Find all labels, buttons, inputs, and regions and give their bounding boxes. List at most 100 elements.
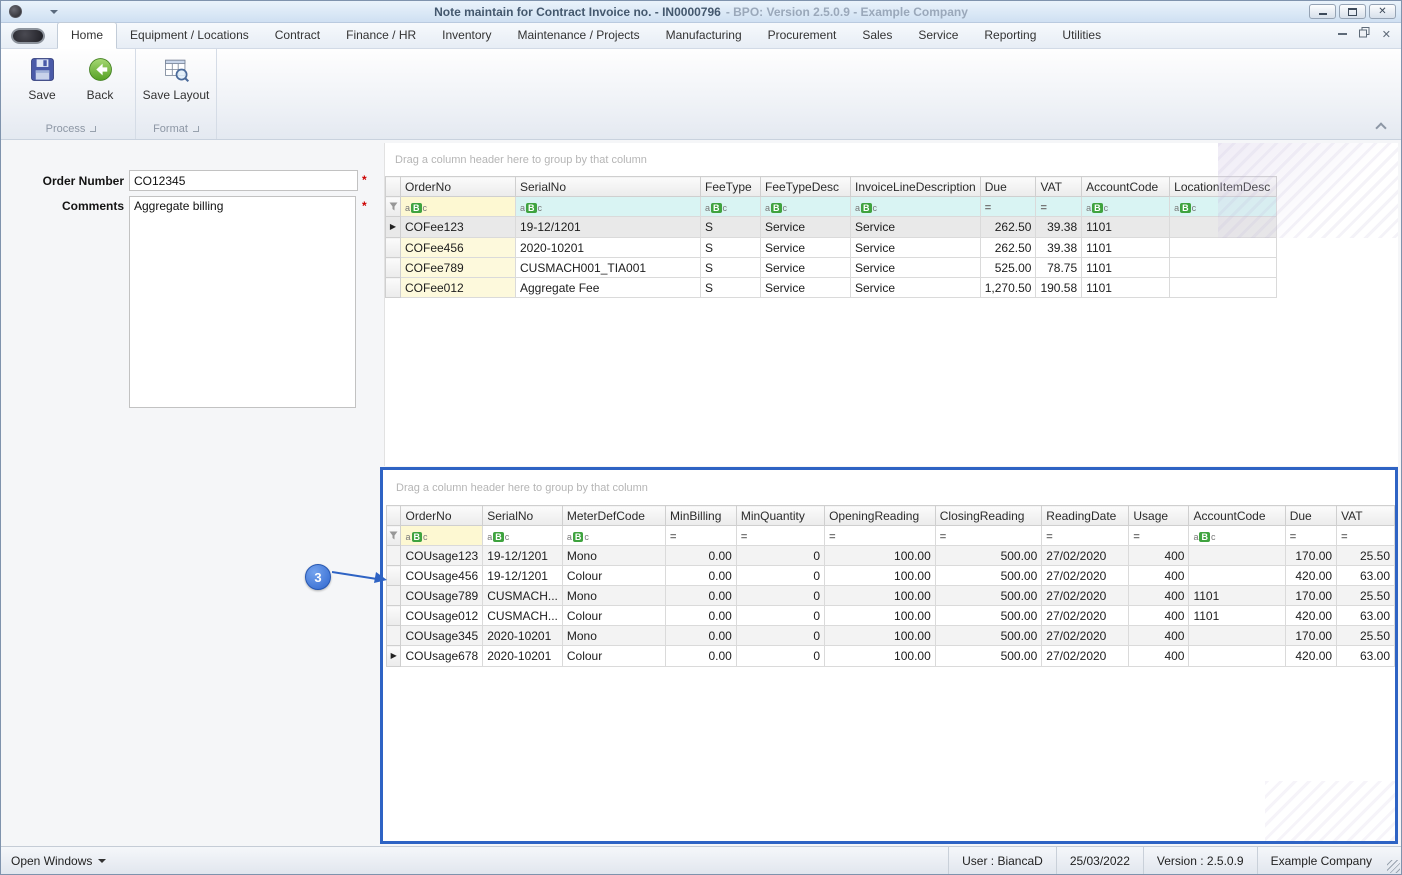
grid-cell[interactable]: 1101	[1082, 238, 1170, 258]
child-restore-button[interactable]	[1359, 27, 1370, 41]
grid-cell[interactable]: S	[701, 217, 761, 238]
tab-finance-hr[interactable]: Finance / HR	[333, 23, 429, 48]
grid-cell[interactable]: 500.00	[935, 566, 1042, 586]
grid-cell[interactable]: Service	[761, 278, 851, 298]
grid-cell[interactable]: 27/02/2020	[1042, 646, 1129, 667]
grid-cell[interactable]: 63.00	[1337, 606, 1395, 626]
grid-cell[interactable]: 500.00	[935, 626, 1042, 646]
grid-cell[interactable]: 100.00	[825, 566, 936, 586]
tab-equipment-locations[interactable]: Equipment / Locations	[117, 23, 262, 48]
column-header-openingreading[interactable]: OpeningReading	[825, 506, 936, 526]
grid-cell[interactable]: Colour	[562, 646, 665, 667]
group-by-panel[interactable]: Drag a column header here to group by th…	[385, 143, 1398, 176]
column-header-invoicelinedescription[interactable]: InvoiceLineDescription	[851, 177, 981, 197]
grid-cell[interactable]: 420.00	[1285, 566, 1336, 586]
grid-cell[interactable]: 39.38	[1036, 238, 1082, 258]
grid-cell[interactable]: 420.00	[1285, 646, 1336, 667]
grid-cell[interactable]: 1101	[1189, 586, 1285, 606]
grid-cell[interactable]: 190.58	[1036, 278, 1082, 298]
filter-cell-due[interactable]: =	[1285, 526, 1336, 546]
column-header-feetypedesc[interactable]: FeeTypeDesc	[761, 177, 851, 197]
column-header-due[interactable]: Due	[980, 177, 1036, 197]
filter-cell-orderno[interactable]: aBc	[401, 197, 516, 217]
column-header-due[interactable]: Due	[1285, 506, 1336, 526]
grid-cell[interactable]: 25.50	[1337, 586, 1395, 606]
grid-cell[interactable]	[1189, 546, 1285, 566]
column-header-meterdefcode[interactable]: MeterDefCode	[562, 506, 665, 526]
grid-cell[interactable]: 2020-10201	[483, 646, 563, 667]
grid-cell[interactable]: 400	[1129, 586, 1189, 606]
grid-cell[interactable]: 170.00	[1285, 586, 1336, 606]
column-header-usage[interactable]: Usage	[1129, 506, 1189, 526]
filter-cell-vat[interactable]: =	[1036, 197, 1082, 217]
grid-cell[interactable]: Service	[761, 217, 851, 238]
column-header-readingdate[interactable]: ReadingDate	[1042, 506, 1129, 526]
tab-service[interactable]: Service	[905, 23, 971, 48]
tab-home[interactable]: Home	[57, 22, 117, 49]
filter-cell-due[interactable]: =	[980, 197, 1036, 217]
grid-cell[interactable]: 0.00	[666, 606, 737, 626]
dialog-launcher-icon[interactable]	[90, 126, 96, 132]
grid-cell[interactable]: 170.00	[1285, 546, 1336, 566]
filter-cell-openingreading[interactable]: =	[825, 526, 936, 546]
grid-cell[interactable]: 100.00	[825, 546, 936, 566]
column-header-serialno[interactable]: SerialNo	[483, 506, 563, 526]
comments-textarea[interactable]: Aggregate billing	[129, 196, 356, 408]
filter-cell-serialno[interactable]: aBc	[516, 197, 701, 217]
grid-cell[interactable]: 500.00	[935, 606, 1042, 626]
back-button[interactable]: Back	[73, 51, 127, 121]
column-header-closingreading[interactable]: ClosingReading	[935, 506, 1042, 526]
grid-cell[interactable]: S	[701, 278, 761, 298]
column-header-vat[interactable]: VAT	[1036, 177, 1082, 197]
grid-cell[interactable]: 25.50	[1337, 546, 1395, 566]
close-button[interactable]: ✕	[1369, 4, 1396, 19]
grid-cell[interactable]: 262.50	[980, 238, 1036, 258]
filter-cell-invoicelinedescription[interactable]: aBc	[851, 197, 981, 217]
grid-cell[interactable]: Service	[851, 217, 981, 238]
grid-cell[interactable]	[1170, 278, 1277, 298]
filter-cell-minquantity[interactable]: =	[736, 526, 824, 546]
grid-cell[interactable]: 19-12/1201	[516, 217, 701, 238]
grid-cell[interactable]: S	[701, 238, 761, 258]
filter-cell-serialno[interactable]: aBc	[483, 526, 563, 546]
grid-cell[interactable]: COFee123	[401, 217, 516, 238]
tab-utilities[interactable]: Utilities	[1049, 23, 1114, 48]
quick-access-caret-icon[interactable]	[50, 10, 58, 14]
grid-cell[interactable]: 500.00	[935, 546, 1042, 566]
grid-cell[interactable]: 100.00	[825, 646, 936, 667]
filter-cell-closingreading[interactable]: =	[935, 526, 1042, 546]
grid-cell[interactable]: 525.00	[980, 258, 1036, 278]
grid-cell[interactable]: COUsage789	[401, 586, 483, 606]
grid-cell[interactable]: Service	[761, 238, 851, 258]
grid-cell[interactable]: 63.00	[1337, 646, 1395, 667]
grid-cell[interactable]: 27/02/2020	[1042, 606, 1129, 626]
grid-cell[interactable]: COUsage345	[401, 626, 483, 646]
grid-cell[interactable]: COUsage012	[401, 606, 483, 626]
filter-cell-orderno[interactable]: aBc	[401, 526, 483, 546]
grid-cell[interactable]: 500.00	[935, 586, 1042, 606]
filter-cell-readingdate[interactable]: =	[1042, 526, 1129, 546]
filter-cell-accountcode[interactable]: aBc	[1189, 526, 1285, 546]
grid-cell[interactable]: 420.00	[1285, 606, 1336, 626]
grid-cell[interactable]: 0.00	[666, 566, 737, 586]
column-header-orderno[interactable]: OrderNo	[401, 506, 483, 526]
grid-cell[interactable]: 27/02/2020	[1042, 546, 1129, 566]
grid-cell[interactable]: CUSMACH...	[483, 606, 563, 626]
group-by-panel[interactable]: Drag a column header here to group by th…	[386, 470, 1395, 505]
grid-cell[interactable]: COUsage678	[401, 646, 483, 667]
grid-cell[interactable]: 0	[736, 566, 824, 586]
grid-cell[interactable]: 100.00	[825, 586, 936, 606]
save-layout-button[interactable]: Save Layout	[144, 51, 208, 121]
filter-cell-accountcode[interactable]: aBc	[1082, 197, 1170, 217]
grid-cell[interactable]: 400	[1129, 546, 1189, 566]
grid-cell[interactable]: 19-12/1201	[483, 546, 563, 566]
filter-cell-meterdefcode[interactable]: aBc	[562, 526, 665, 546]
tab-sales[interactable]: Sales	[849, 23, 905, 48]
grid-cell[interactable]: 2020-10201	[516, 238, 701, 258]
column-header-serialno[interactable]: SerialNo	[516, 177, 701, 197]
column-header-orderno[interactable]: OrderNo	[401, 177, 516, 197]
child-minimize-button[interactable]	[1338, 33, 1347, 35]
column-header-accountcode[interactable]: AccountCode	[1189, 506, 1285, 526]
grid-cell[interactable]	[1189, 566, 1285, 586]
column-header-accountcode[interactable]: AccountCode	[1082, 177, 1170, 197]
